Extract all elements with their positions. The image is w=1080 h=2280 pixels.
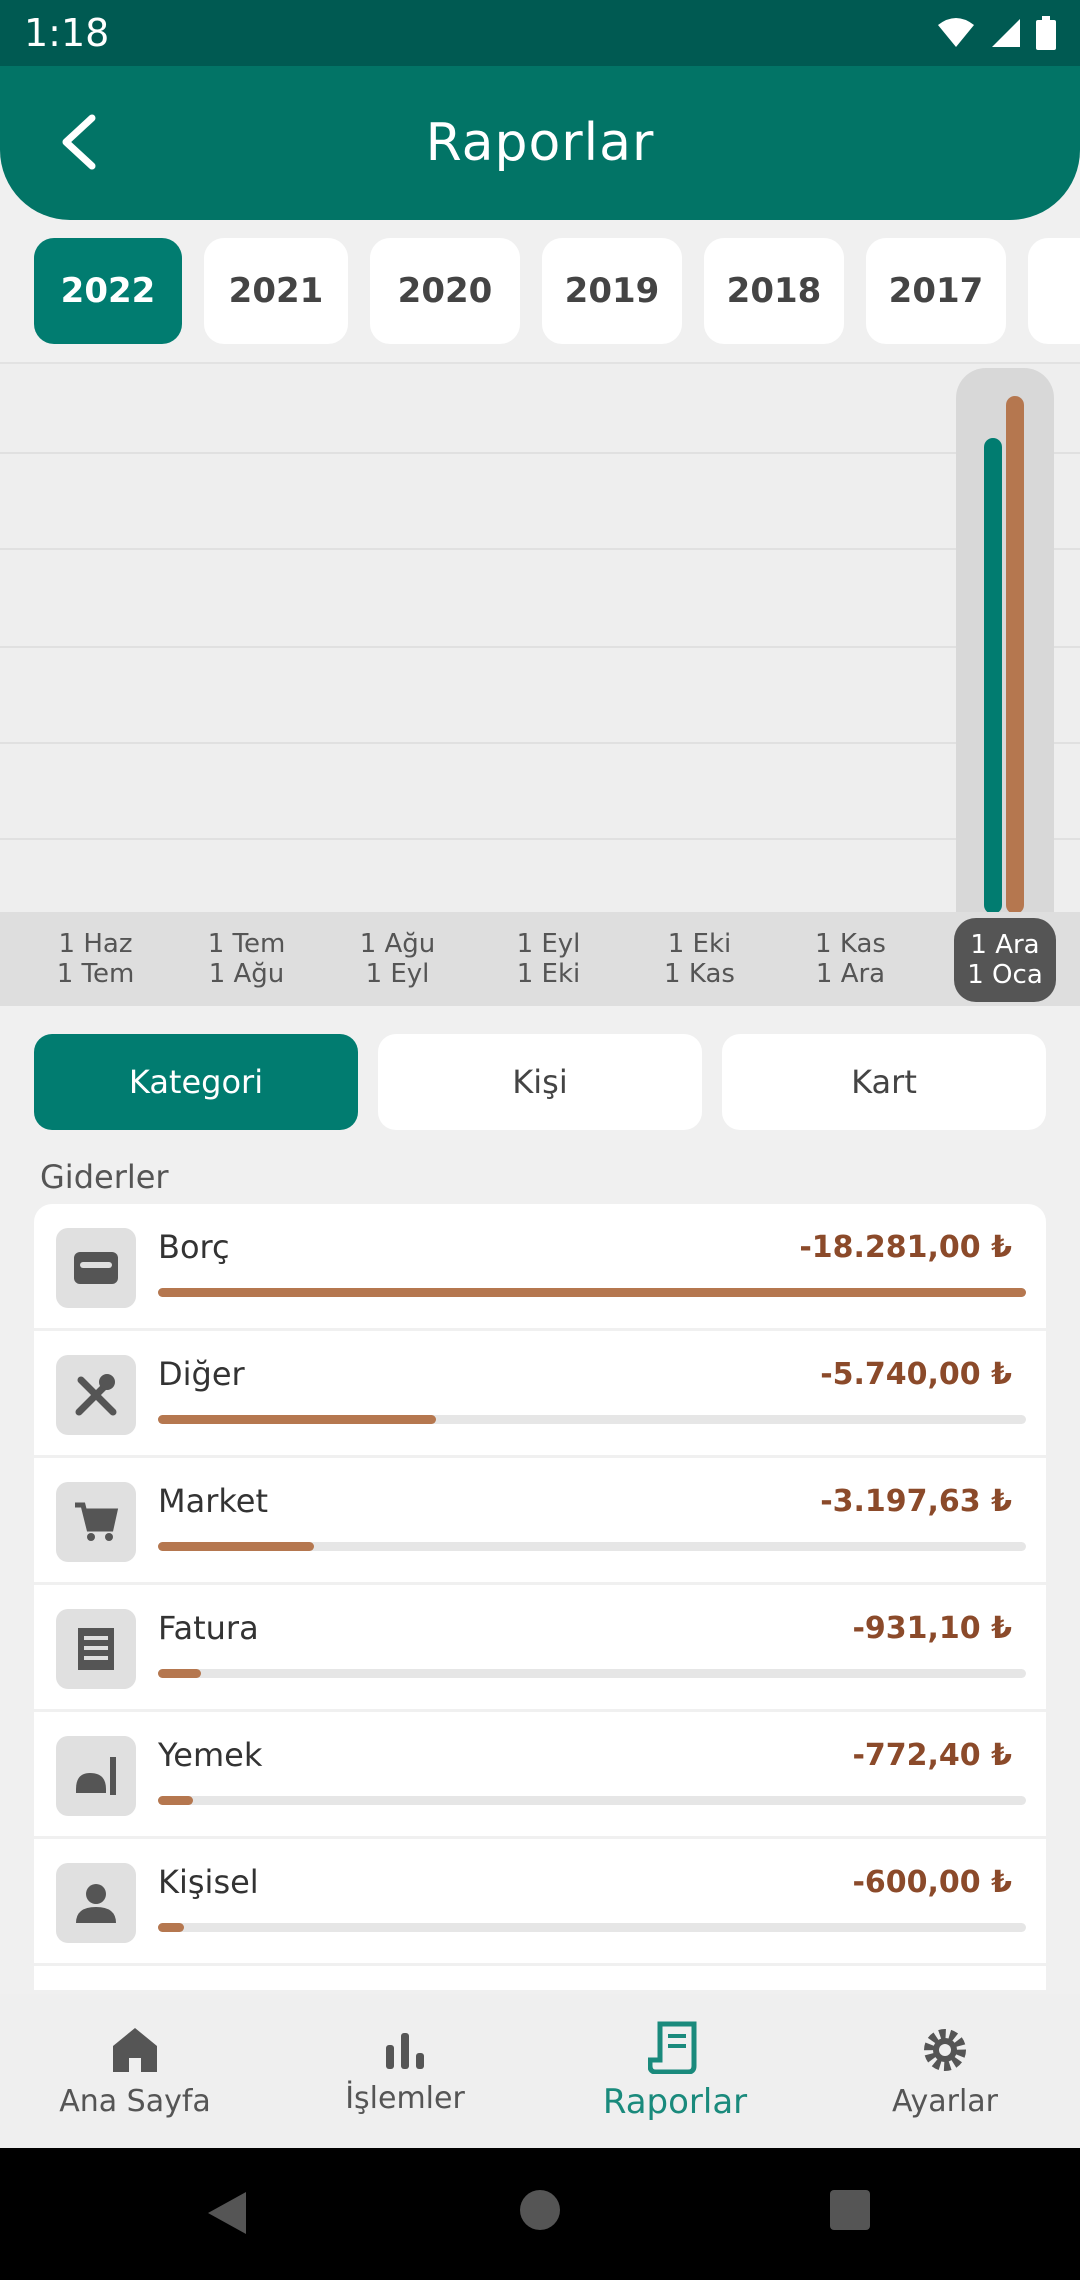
system-back-icon[interactable] [204, 2188, 250, 2238]
year-chip-2017[interactable]: 2017 [866, 238, 1006, 344]
list-item[interactable]: Fatura -931,10 ₺ [34, 1585, 1046, 1709]
selected-period-column[interactable] [956, 368, 1054, 916]
category-name: Fatura [158, 1609, 259, 1647]
category-name: Yemek [158, 1736, 263, 1774]
share-bar-fill [158, 1796, 193, 1805]
year-chip-2022[interactable]: 2022 [34, 238, 182, 344]
gridline [0, 646, 1080, 648]
wifi-icon [938, 18, 974, 47]
signal-icon [992, 19, 1020, 47]
system-home-icon[interactable] [518, 2188, 562, 2232]
section-title: Giderler [40, 1158, 169, 1196]
status-time: 1:18 [24, 11, 110, 55]
category-amount: -600,00 ₺ [852, 1865, 1012, 1900]
category-name: Kişisel [158, 1863, 259, 1901]
period-label[interactable]: 1 Haz 1 Tem [20, 912, 171, 1006]
share-bar-fill [158, 1415, 436, 1424]
category-amount: -5.740,00 ₺ [820, 1357, 1012, 1392]
category-list: Borç -18.281,00 ₺ Diğer -5.740,00 ₺ Mark… [34, 1204, 1046, 1990]
category-name: Borç [158, 1228, 230, 1266]
receipt-icon [56, 1609, 136, 1689]
share-bar-fill [158, 1288, 1026, 1297]
year-selector: 2022 2021 2020 2019 2018 2017 [0, 238, 1080, 344]
list-item[interactable]: Yemek -772,40 ₺ [34, 1712, 1046, 1836]
year-chip-2019[interactable]: 2019 [542, 238, 682, 344]
list-item[interactable]: Borç -18.281,00 ₺ [34, 1204, 1046, 1328]
share-bar [158, 1796, 1026, 1805]
period-label-selected[interactable]: 1 Ara 1 Oca [954, 918, 1056, 1002]
category-name: Diğer [158, 1355, 245, 1393]
app-bar: Raporlar [0, 66, 1080, 220]
share-bar [158, 1923, 1026, 1932]
tab-kategori[interactable]: Kategori [34, 1034, 358, 1130]
system-nav-bar [0, 2148, 1080, 2280]
home-icon [113, 2027, 157, 2072]
period-label[interactable]: 1 Kas 1 Ara [775, 912, 926, 1006]
bottom-nav: Ana Sayfa İşlemler Raporlar Ayarlar [0, 1994, 1080, 2148]
back-arrow-icon [62, 114, 96, 170]
report-icon [648, 2021, 697, 2074]
year-chip-more[interactable] [1028, 238, 1080, 344]
nav-home[interactable]: Ana Sayfa [0, 1994, 270, 2148]
nav-label: Raporlar [602, 2082, 748, 2122]
tools-icon [56, 1355, 136, 1435]
share-bar-fill [158, 1542, 315, 1551]
nav-settings[interactable]: Ayarlar [810, 1994, 1080, 2148]
share-bar-fill [158, 1669, 202, 1678]
gridline [0, 742, 1080, 744]
period-label[interactable]: 1 Ağu 1 Eyl [322, 912, 473, 1006]
share-bar [158, 1542, 1026, 1551]
monthly-chart: 1 Haz 1 Tem 1 Tem 1 Ağu 1 Ağu 1 Eyl 1 Eyl 1 … [0, 362, 1080, 1006]
year-chip-2018[interactable]: 2018 [704, 238, 844, 344]
period-label[interactable]: 1 Tem 1 Ağu [171, 912, 322, 1006]
share-bar [158, 1669, 1026, 1678]
nav-label: Ana Sayfa [59, 2083, 211, 2119]
gridline [0, 548, 1080, 550]
period-label[interactable]: 1 Eyl 1 Eki [473, 912, 624, 1006]
nav-label: İşlemler [345, 2080, 465, 2116]
share-bar [158, 1415, 1026, 1424]
wallet-icon [56, 1228, 136, 1308]
period-axis: 1 Haz 1 Tem 1 Tem 1 Ağu 1 Ağu 1 Eyl 1 Eyl 1 … [0, 912, 1080, 1006]
year-chip-2020[interactable]: 2020 [370, 238, 520, 344]
share-bar [158, 1288, 1026, 1297]
grouping-tabs: Kategori Kişi Kart [0, 1034, 1080, 1130]
category-amount: -772,40 ₺ [852, 1738, 1012, 1773]
status-bar: 1:18 [0, 0, 1080, 66]
list-item[interactable] [34, 1966, 1046, 1990]
person-icon [56, 1863, 136, 1943]
nav-reports[interactable]: Raporlar [540, 1994, 810, 2148]
page-title: Raporlar [425, 113, 655, 173]
nav-transactions[interactable]: İşlemler [270, 1994, 540, 2148]
income-bar [984, 438, 1002, 914]
nav-label: Ayarlar [891, 2083, 998, 2119]
tab-kisi[interactable]: Kişi [378, 1034, 702, 1130]
list-item[interactable]: Diğer -5.740,00 ₺ [34, 1331, 1046, 1455]
tab-kart[interactable]: Kart [722, 1034, 1046, 1130]
list-item[interactable]: Kişisel -600,00 ₺ [34, 1839, 1046, 1963]
period-label[interactable]: 1 Eki 1 Kas [624, 912, 775, 1006]
gear-icon [924, 2028, 966, 2071]
category-amount: -18.281,00 ₺ [799, 1230, 1012, 1265]
gridline [0, 452, 1080, 454]
category-amount: -3.197,63 ₺ [820, 1484, 1012, 1519]
share-bar-fill [158, 1923, 185, 1932]
back-button[interactable] [48, 112, 108, 172]
expense-bar [1006, 396, 1024, 914]
category-amount: -931,10 ₺ [852, 1611, 1012, 1646]
food-icon [56, 1736, 136, 1816]
bar-chart-icon [386, 2032, 424, 2069]
year-chip-2021[interactable]: 2021 [204, 238, 348, 344]
battery-icon [1036, 16, 1056, 50]
gridline [0, 838, 1080, 840]
cart-icon [56, 1482, 136, 1562]
category-name: Market [158, 1482, 268, 1520]
system-recents-icon[interactable] [828, 2188, 872, 2232]
list-item[interactable]: Market -3.197,63 ₺ [34, 1458, 1046, 1582]
